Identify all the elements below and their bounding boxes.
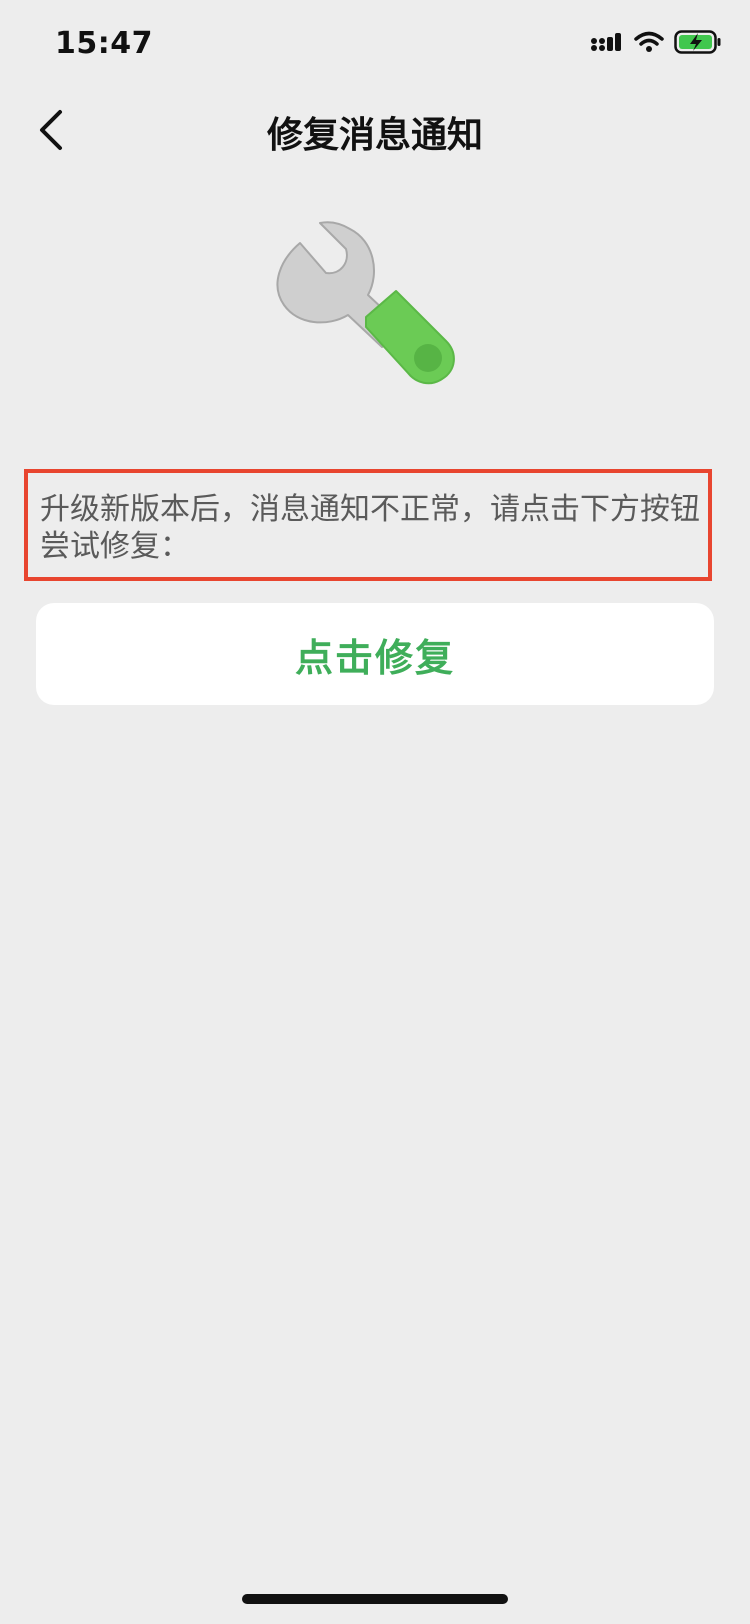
battery-charging-icon [674,30,722,58]
status-icons [590,30,722,58]
repair-button-label: 点击修复 [294,635,455,680]
status-bar: 15:47 [0,0,750,88]
nav-bar: 修复消息通知 [0,88,750,178]
page-title: 修复消息通知 [266,115,483,156]
notice-highlight-box: 升级新版本后，消息通知不正常，请点击下方按钮尝试修复： [24,469,712,581]
notice-text: 升级新版本后，消息通知不正常，请点击下方按钮尝试修复： [40,492,700,564]
home-indicator[interactable] [242,1594,508,1604]
status-time: 15:47 [55,26,153,61]
repair-button[interactable]: 点击修复 [36,603,714,705]
wifi-icon [634,31,664,57]
wrench-icon [270,205,470,395]
signal-icon [590,31,624,57]
